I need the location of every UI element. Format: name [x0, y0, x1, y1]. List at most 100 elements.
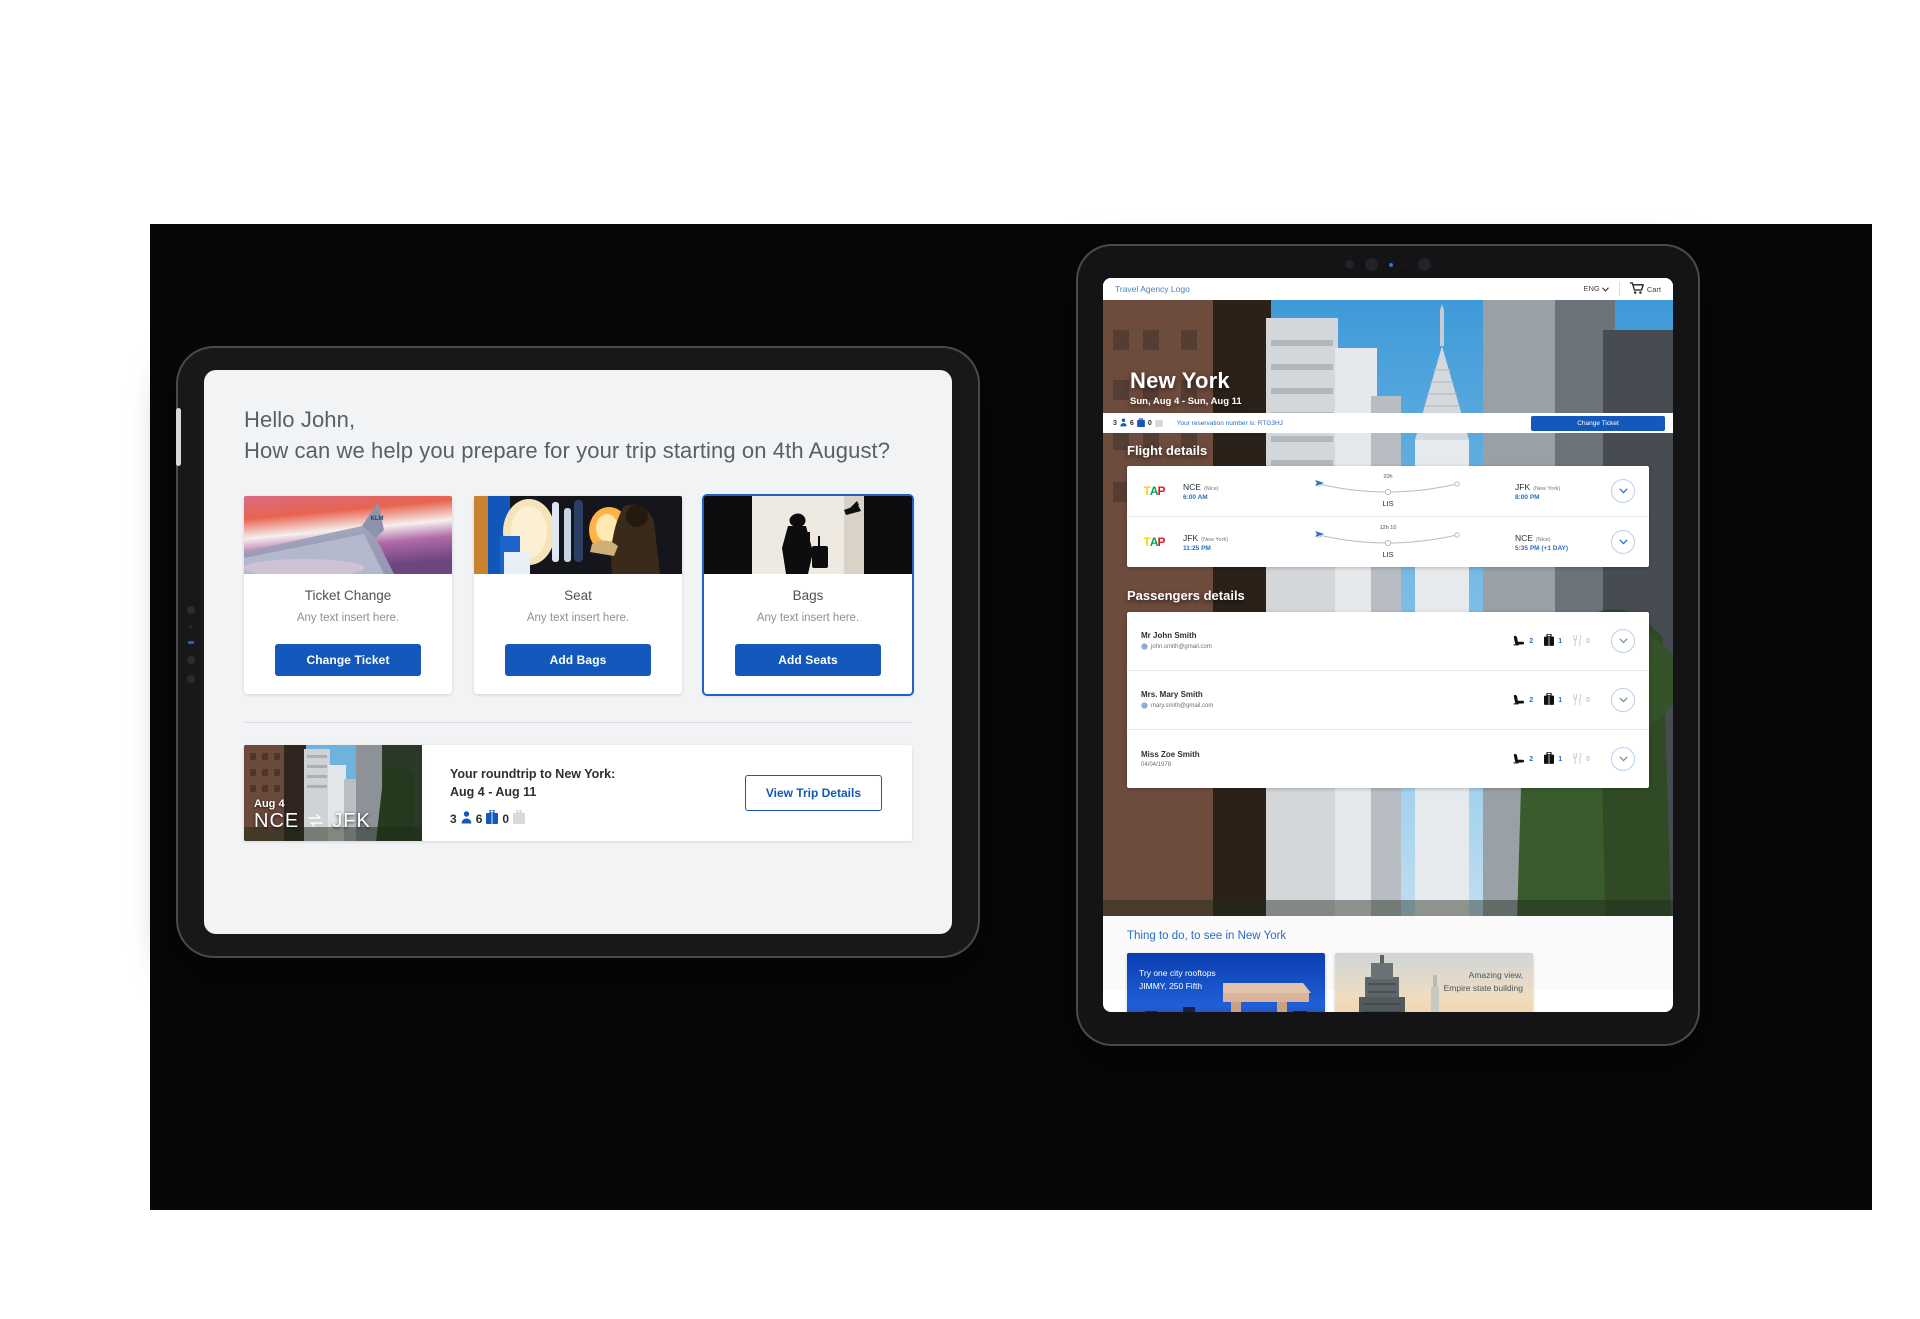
flight-arc-icon	[1315, 480, 1460, 496]
bag-count: 6	[1129, 419, 1134, 427]
destination-city: (Nice)	[1535, 536, 1551, 543]
seat-icon	[1513, 753, 1525, 766]
cutlery-icon	[1573, 634, 1582, 648]
passenger-extras: 2 1 0	[1513, 747, 1635, 771]
tap-airline-logo: TAP	[1143, 484, 1165, 498]
todo-line-1: Amazing view,	[1468, 970, 1523, 980]
card-title: Seat	[564, 588, 592, 603]
person-icon	[1120, 418, 1127, 429]
flight-path: 12h 10 LIS	[1261, 525, 1515, 559]
flight-arc-icon	[1315, 531, 1460, 547]
expand-flight-chevron-down-icon[interactable]	[1611, 479, 1635, 503]
passenger-email: john.smith@gmail.com	[1151, 644, 1212, 650]
destination-code: JFK	[1515, 481, 1531, 492]
extra-count: 0	[502, 811, 510, 826]
site-logo[interactable]: Travel Agency Logo	[1115, 284, 1190, 294]
passenger-count: 3	[1113, 419, 1117, 427]
tablet-front-sensors	[1345, 258, 1431, 271]
right-tablet-screen: Travel Agency Logo ENG Cart New York Sun…	[1103, 278, 1673, 1012]
card-bags[interactable]: Bags Any text insert here. Add Seats	[704, 496, 912, 694]
reservation-number: Your reservation number is: RTG3HJ	[1176, 419, 1283, 427]
flight-destination: JFK (New York) 8:00 PM	[1515, 482, 1601, 501]
swap-horizontal-icon	[308, 810, 323, 833]
view-trip-details-button[interactable]: View Trip Details	[744, 775, 882, 811]
seat-count: 2	[1529, 637, 1534, 645]
flight-row[interactable]: TAP JFK (New York) 11:25 PM 12h 10 LIS N…	[1127, 517, 1649, 567]
todo-tile-rooftops[interactable]: Try one city rooftops JIMMY, 250 Fifth	[1127, 953, 1325, 1012]
origin-city: (New York)	[1201, 536, 1229, 543]
expand-passenger-chevron-down-icon[interactable]	[1611, 688, 1635, 712]
passenger-count: 3	[450, 811, 457, 826]
card-image-traveler-silhouette	[704, 496, 912, 574]
flight-origin: NCE (Nice) 6:00 AM	[1183, 482, 1261, 501]
flight-origin: JFK (New York) 11:25 PM	[1183, 533, 1261, 552]
reservation-counts: 3 6 0	[1113, 417, 1163, 429]
todo-tile-empire-state[interactable]: Amazing view, Empire state building	[1335, 953, 1533, 1012]
flight-row[interactable]: TAP NCE (Nice) 6:00 AM 20h LIS JFK (New …	[1127, 466, 1649, 517]
right-tablet-device: Travel Agency Logo ENG Cart New York Sun…	[1078, 246, 1698, 1044]
bag-extra: 1	[1544, 692, 1562, 707]
card-subtitle: Any text insert here.	[296, 612, 400, 624]
card-title: Bags	[792, 588, 824, 603]
suitcase-icon	[1136, 417, 1145, 429]
greeting-line-1: Hello John,	[244, 407, 356, 432]
suitcase-icon	[1544, 692, 1555, 707]
arrival-time: 5:35 PM (+1 DAY)	[1515, 544, 1569, 552]
arrival-time: 8:00 PM	[1515, 493, 1540, 501]
change-ticket-button[interactable]: Change Ticket	[275, 644, 421, 676]
trip-info: Your roundtrip to New York: Aug 4 - Aug …	[422, 745, 745, 841]
screenshot-stage: Hello John, How can we help you prepare …	[0, 0, 1920, 1319]
seat-extra: 2	[1513, 753, 1533, 766]
trip-thumbnail-new-york: Aug 4 NCE JFK	[244, 745, 422, 841]
seat-icon	[1513, 694, 1525, 707]
expand-passenger-chevron-down-icon[interactable]	[1611, 629, 1635, 653]
things-to-do-tiles: Try one city rooftops JIMMY, 250 Fifth A…	[1127, 953, 1649, 1012]
passenger-row[interactable]: Mr John Smith john.smith@gmail.com 2 1 0	[1127, 612, 1649, 671]
bag-count: 1	[1558, 637, 1563, 645]
passenger-detail: 04/04/1978	[1141, 762, 1200, 768]
cart-button[interactable]: Cart	[1629, 282, 1661, 296]
passenger-row[interactable]: Miss Zoe Smith 04/04/1978 2 1 0	[1127, 730, 1649, 788]
flight-destination: NCE (Nice) 5:35 PM (+1 DAY)	[1515, 533, 1601, 552]
flight-duration: 20h	[1383, 474, 1393, 480]
bag-count: 6	[475, 811, 483, 826]
passenger-detail: mary.smith@gmail.com	[1141, 701, 1214, 711]
flight-duration: 12h 10	[1379, 525, 1397, 531]
extra-count: 0	[1147, 419, 1152, 427]
trip-origin-code: NCE	[254, 810, 300, 832]
passenger-email: mary.smith@gmail.com	[1151, 703, 1214, 709]
suitcase-icon	[1544, 751, 1555, 766]
change-ticket-button[interactable]: Change Ticket	[1531, 415, 1665, 431]
passengers-details-title: Passengers details	[1127, 588, 1245, 603]
add-bags-button[interactable]: Add Bags	[505, 644, 651, 676]
destination-city: (New York)	[1533, 485, 1561, 492]
passenger-row[interactable]: Mrs. Mary Smith mary.smith@gmail.com 2 1…	[1127, 671, 1649, 730]
person-icon	[461, 810, 472, 827]
todo-line-2: JIMMY, 250 Fifth	[1139, 981, 1203, 991]
language-selector[interactable]: ENG	[1583, 284, 1609, 294]
suitcase-icon	[1544, 633, 1555, 648]
card-ticket-change[interactable]: KLM Ticket Change Any text insert here. …	[244, 496, 452, 694]
passenger-name: Mr John Smith	[1141, 630, 1197, 640]
hero-city: New York	[1130, 368, 1230, 393]
chevron-down-icon	[1601, 285, 1609, 294]
trip-dates: Aug 4 - Aug 11	[450, 785, 537, 799]
tap-airline-logo: TAP	[1143, 535, 1165, 549]
mail-icon	[1141, 642, 1148, 652]
add-seats-button[interactable]: Add Seats	[735, 644, 881, 676]
todo-line-1: Try one city rooftops	[1139, 968, 1216, 978]
hero-section: OTEL New York Sun, Aug 4 - Sun, Aug 11	[1103, 300, 1673, 1012]
expand-flight-chevron-down-icon[interactable]	[1611, 530, 1635, 554]
cart-icon	[1629, 282, 1644, 296]
extra-bag-icon	[513, 809, 526, 827]
left-tablet-screen: Hello John, How can we help you prepare …	[204, 370, 952, 934]
seat-count: 2	[1529, 755, 1534, 763]
passenger-extras: 2 1 0	[1513, 688, 1635, 712]
reservation-bar: 3 6 0 Your reservation number is: RTG3HJ…	[1103, 413, 1673, 433]
card-seat[interactable]: Seat Any text insert here. Add Bags	[474, 496, 682, 694]
todo-line-2: Empire state building	[1443, 983, 1523, 993]
card-image-cabin-seat	[474, 496, 682, 574]
expand-passenger-chevron-down-icon[interactable]	[1611, 747, 1635, 771]
suitcase-icon	[486, 809, 499, 827]
passenger-name: Mrs. Mary Smith	[1141, 689, 1203, 699]
